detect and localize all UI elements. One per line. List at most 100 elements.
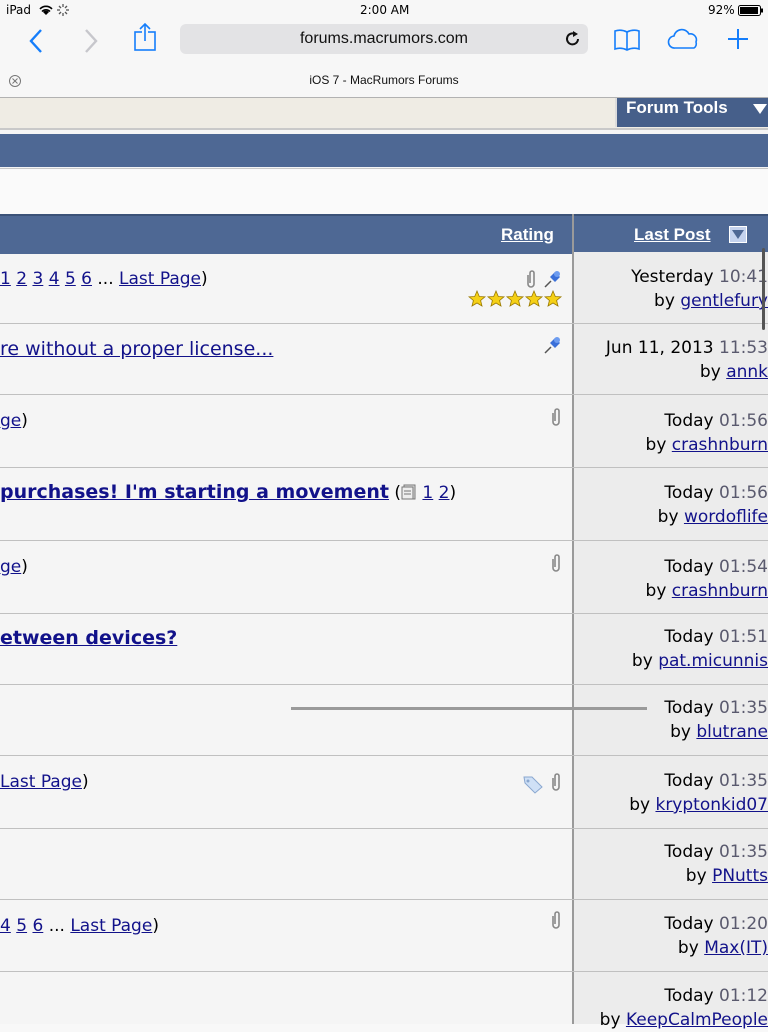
thread-title-link[interactable]: etween devices? [0, 627, 177, 649]
table-row[interactable]: 1 2 3 4 5 6 ... Last Page) Yesterday 10:… [0, 252, 768, 324]
last-poster-link[interactable]: blutrane [696, 722, 768, 742]
tab-title[interactable]: iOS 7 - MacRumors Forums [0, 73, 768, 87]
table-row[interactable]: Today 01:12 by KeepCalmPeople [0, 972, 768, 1032]
last-post-date: Yesterday [631, 267, 714, 287]
last-poster-link[interactable]: kryptonkid07 [655, 795, 768, 815]
page-link[interactable]: 4 [49, 269, 60, 289]
last-poster-link[interactable]: gentlefury [680, 291, 768, 311]
paren-close: ) [201, 269, 208, 289]
last-poster-link[interactable]: pat.micunnis [658, 651, 768, 671]
tag-icon [523, 776, 543, 794]
page-link[interactable]: 3 [32, 269, 43, 289]
last-post-time: 01:12 [719, 986, 768, 1006]
last-poster-link[interactable]: KeepCalmPeople [626, 1010, 768, 1030]
sort-desc-icon[interactable] [729, 226, 747, 243]
battery-percent: 92% [708, 3, 735, 17]
by-label: by [631, 651, 653, 671]
paren-open: ( [388, 483, 402, 503]
last-poster-link[interactable]: PNutts [712, 866, 768, 886]
paperclip-icon [552, 911, 560, 929]
by-label: by [677, 938, 699, 958]
last-page-link[interactable]: ge [0, 557, 21, 577]
address-bar[interactable]: forums.macrumors.com [180, 24, 588, 54]
thread-title-link[interactable]: re without a proper license... [0, 338, 273, 360]
last-post-time: 01:35 [719, 842, 768, 862]
last-poster-link[interactable]: annk [726, 362, 768, 382]
last-post-time: 01:20 [719, 914, 768, 934]
last-poster-link[interactable]: wordoflife [684, 507, 768, 527]
tab-bar: iOS 7 - MacRumors Forums [0, 64, 768, 98]
last-poster-link[interactable]: crashnburn [672, 581, 768, 601]
last-post-time: 01:35 [719, 698, 768, 718]
page-link[interactable]: 2 [439, 483, 450, 503]
table-row[interactable]: ge) Today 01:54 by crashnburn [0, 541, 768, 614]
dropdown-triangle-icon [753, 104, 767, 114]
page-link[interactable]: 1 [0, 269, 11, 289]
table-row[interactable]: etween devices? Today 01:51 by pat.micun… [0, 614, 768, 685]
by-label: by [685, 866, 707, 886]
last-poster-link[interactable]: crashnburn [672, 435, 768, 455]
table-row[interactable]: re without a proper license... Jun 11, 2… [0, 324, 768, 395]
sort-by-last-post-link[interactable]: Last Post [634, 225, 711, 245]
web-page: Forum Tools Rating Last Post 1 2 3 4 5 6… [0, 98, 768, 1030]
page-link[interactable]: 4 [0, 916, 11, 936]
forum-tools-label: Forum Tools [626, 98, 728, 117]
last-post-time: 01:51 [719, 627, 768, 647]
last-post-time: 10:41 [719, 267, 768, 287]
last-post-time: 01:35 [719, 771, 768, 791]
new-tab-icon[interactable] [727, 28, 749, 50]
page-link[interactable]: 1 [422, 483, 433, 503]
last-post-date: Today [664, 842, 714, 862]
last-poster-link[interactable]: Max(IT) [704, 938, 768, 958]
by-label: by [670, 722, 691, 742]
page-link[interactable]: 5 [65, 269, 76, 289]
table-row[interactable]: Last Page) Today 01:35 by kryptonkid07 [0, 756, 768, 829]
last-post-time: 01:56 [719, 483, 768, 503]
thread-pages: Last Page) [0, 772, 89, 792]
last-post-date: Today [664, 771, 714, 791]
forum-tools-menu[interactable]: Forum Tools [615, 98, 768, 127]
icloud-tabs-icon[interactable] [666, 28, 702, 52]
table-row[interactable]: 4 5 6 ... Last Page) Today 01:20 by Max(… [0, 900, 768, 972]
thread-title: purchases! I'm starting a movement ( 1 2… [0, 481, 456, 503]
thread-title-link[interactable]: purchases! I'm starting a movement [0, 481, 389, 503]
forward-icon[interactable] [83, 28, 99, 54]
last-page-link[interactable]: Last Page [0, 772, 82, 792]
paperclip-icon [552, 554, 560, 572]
divider-line [291, 707, 647, 710]
forum-subheader [0, 168, 768, 216]
paren-close: ) [152, 916, 159, 936]
last-post-date: Today [664, 914, 714, 934]
table-row[interactable]: Today 01:35 by blutrane [0, 685, 768, 756]
thread-pages: ge) [0, 557, 28, 577]
thread-pages: ge) [0, 411, 28, 431]
by-label: by [599, 1010, 621, 1030]
last-page-link[interactable]: ge [0, 411, 21, 431]
page-link[interactable]: 6 [81, 269, 92, 289]
paperclip-icon [552, 408, 560, 426]
activity-spinner-icon [57, 4, 69, 16]
ellipsis: ... [43, 916, 71, 936]
safari-toolbar: forums.macrumors.com [0, 20, 768, 64]
page-link[interactable]: 2 [16, 269, 27, 289]
sort-by-rating-link[interactable]: Rating [501, 225, 554, 245]
page-link[interactable]: 5 [16, 916, 27, 936]
battery-icon [738, 5, 763, 16]
bookmarks-icon[interactable] [613, 28, 641, 52]
back-icon[interactable] [28, 28, 44, 54]
paperclip-icon [552, 773, 560, 791]
last-page-link[interactable]: Last Page [119, 269, 201, 289]
rating-stars-icon [468, 290, 563, 307]
status-bar: iPad 2:00 AM 92% [0, 0, 768, 20]
paren-close: ) [449, 483, 457, 503]
page-link[interactable]: 6 [32, 916, 43, 936]
share-icon[interactable] [133, 22, 157, 52]
vertical-scrollbar[interactable] [762, 248, 765, 330]
last-post-time: 01:56 [719, 411, 768, 431]
reload-icon[interactable] [564, 30, 582, 48]
table-row[interactable]: purchases! I'm starting a movement ( 1 2… [0, 468, 768, 541]
table-row[interactable]: ge) Today 01:56 by crashnburn [0, 395, 768, 468]
url-text: forums.macrumors.com [299, 30, 469, 47]
table-row[interactable]: Today 01:35 by PNutts [0, 829, 768, 900]
last-page-link[interactable]: Last Page [70, 916, 152, 936]
